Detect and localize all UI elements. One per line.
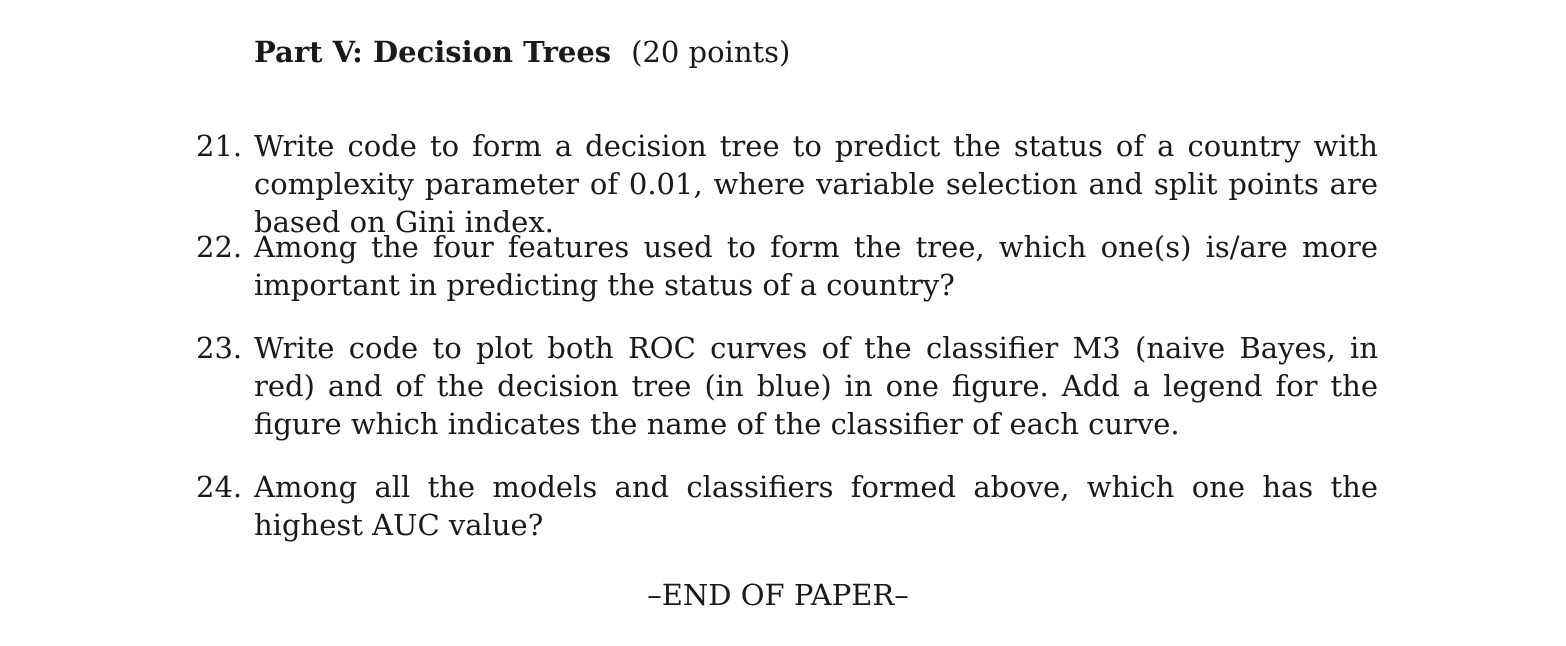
question-text: Write code to plot both ROC curves of th… (254, 331, 1378, 441)
end-of-paper-marker: –END OF PAPER– (647, 578, 909, 612)
question-item: 23. Write code to plot both ROC curves o… (196, 329, 1378, 443)
section-points: (20 points) (631, 35, 791, 69)
question-text: Among the four features used to form the… (254, 230, 1378, 302)
question-number: 22. (196, 230, 243, 264)
question-item: 22. Among the four features used to form… (196, 228, 1378, 304)
question-text: Among all the models and classifiers for… (254, 470, 1378, 542)
exam-page: Part V: Decision Trees (20 points) 21. Wr… (0, 0, 1566, 646)
question-item: 21. Write code to form a decision tree t… (196, 127, 1378, 241)
question-number: 21. (196, 129, 243, 163)
question-text: Write code to form a decision tree to pr… (254, 129, 1378, 239)
section-heading: Part V: Decision Trees (20 points) (254, 32, 790, 72)
question-number: 24. (196, 470, 243, 504)
section-title: Part V: Decision Trees (254, 35, 612, 69)
question-item: 24. Among all the models and classifiers… (196, 468, 1378, 544)
question-number: 23. (196, 331, 243, 365)
